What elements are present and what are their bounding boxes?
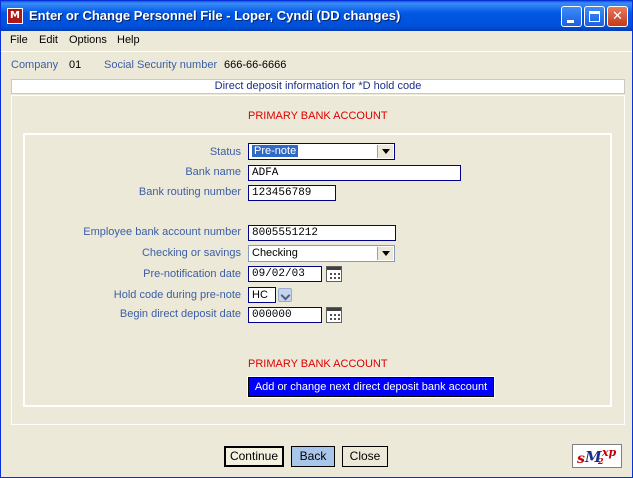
checking-savings-value: Checking (252, 247, 298, 259)
prenote-date-field[interactable]: 09/02/03 (248, 266, 322, 282)
account-number-field[interactable]: 8005551212 (248, 225, 396, 241)
smxp-logo: s M 2 xp (572, 444, 622, 468)
routing-label: Bank routing number (138, 186, 241, 198)
status-value: Pre-note (252, 145, 299, 157)
menu-bar: File Edit Options Help (1, 31, 632, 52)
calendar-icon[interactable] (326, 266, 342, 282)
company-value: 01 (69, 59, 82, 71)
routing-field[interactable]: 123456789 (248, 185, 336, 201)
status-label: Status (209, 146, 241, 158)
checking-savings-select[interactable]: Checking (248, 245, 395, 262)
minimize-icon (567, 20, 574, 23)
window-title: Enter or Change Personnel File - Loper, … (29, 8, 401, 23)
chevron-down-icon[interactable] (377, 247, 393, 260)
app-icon: M (7, 8, 23, 24)
chevron-down-icon[interactable] (377, 145, 393, 158)
personnel-window: M Enter or Change Personnel File - Loper… (0, 0, 633, 478)
bank-name-label: Bank name (185, 166, 241, 178)
status-select[interactable]: Pre-note (248, 143, 395, 160)
maximize-button[interactable] (584, 6, 605, 27)
hold-code-field[interactable]: HC (248, 287, 276, 303)
hold-code-label: Hold code during pre-note (113, 289, 241, 301)
title-bar[interactable]: M Enter or Change Personnel File - Loper… (1, 1, 632, 31)
bottom-section-title: PRIMARY BANK ACCOUNT (248, 358, 388, 370)
add-next-account-button[interactable]: Add or change next direct deposit bank a… (247, 376, 495, 398)
calendar-icon[interactable] (326, 307, 342, 323)
menu-file[interactable]: File (10, 34, 28, 46)
section-title: PRIMARY BANK ACCOUNT (248, 110, 388, 122)
bank-name-field[interactable]: ADFA (248, 165, 461, 181)
begin-date-label: Begin direct deposit date (119, 308, 241, 320)
back-button[interactable]: Back (291, 446, 335, 467)
info-bar: Company 01 Social Security number 666-66… (11, 59, 286, 71)
close-button[interactable]: Close (342, 446, 388, 467)
menu-options[interactable]: Options (69, 34, 107, 46)
maximize-icon (589, 11, 600, 22)
minimize-button[interactable] (561, 6, 582, 27)
ssn-label: Social Security number (104, 59, 218, 71)
close-window-button[interactable]: ✕ (607, 6, 628, 27)
continue-button[interactable]: Continue (224, 446, 284, 467)
prenote-date-label: Pre-notification date (143, 268, 241, 280)
ssn-value: 666-66-6666 (224, 59, 287, 71)
direct-deposit-info-strip: Direct deposit information for *D hold c… (11, 79, 625, 94)
account-number-label: Employee bank account number (83, 226, 241, 238)
checking-savings-label: Checking or savings (141, 247, 241, 259)
close-icon: ✕ (612, 9, 623, 24)
company-label: Company (11, 59, 59, 71)
menu-help[interactable]: Help (117, 34, 140, 46)
hold-code-dropdown-icon[interactable] (278, 288, 292, 302)
menu-edit[interactable]: Edit (39, 34, 58, 46)
begin-date-field[interactable]: 000000 (248, 307, 322, 323)
